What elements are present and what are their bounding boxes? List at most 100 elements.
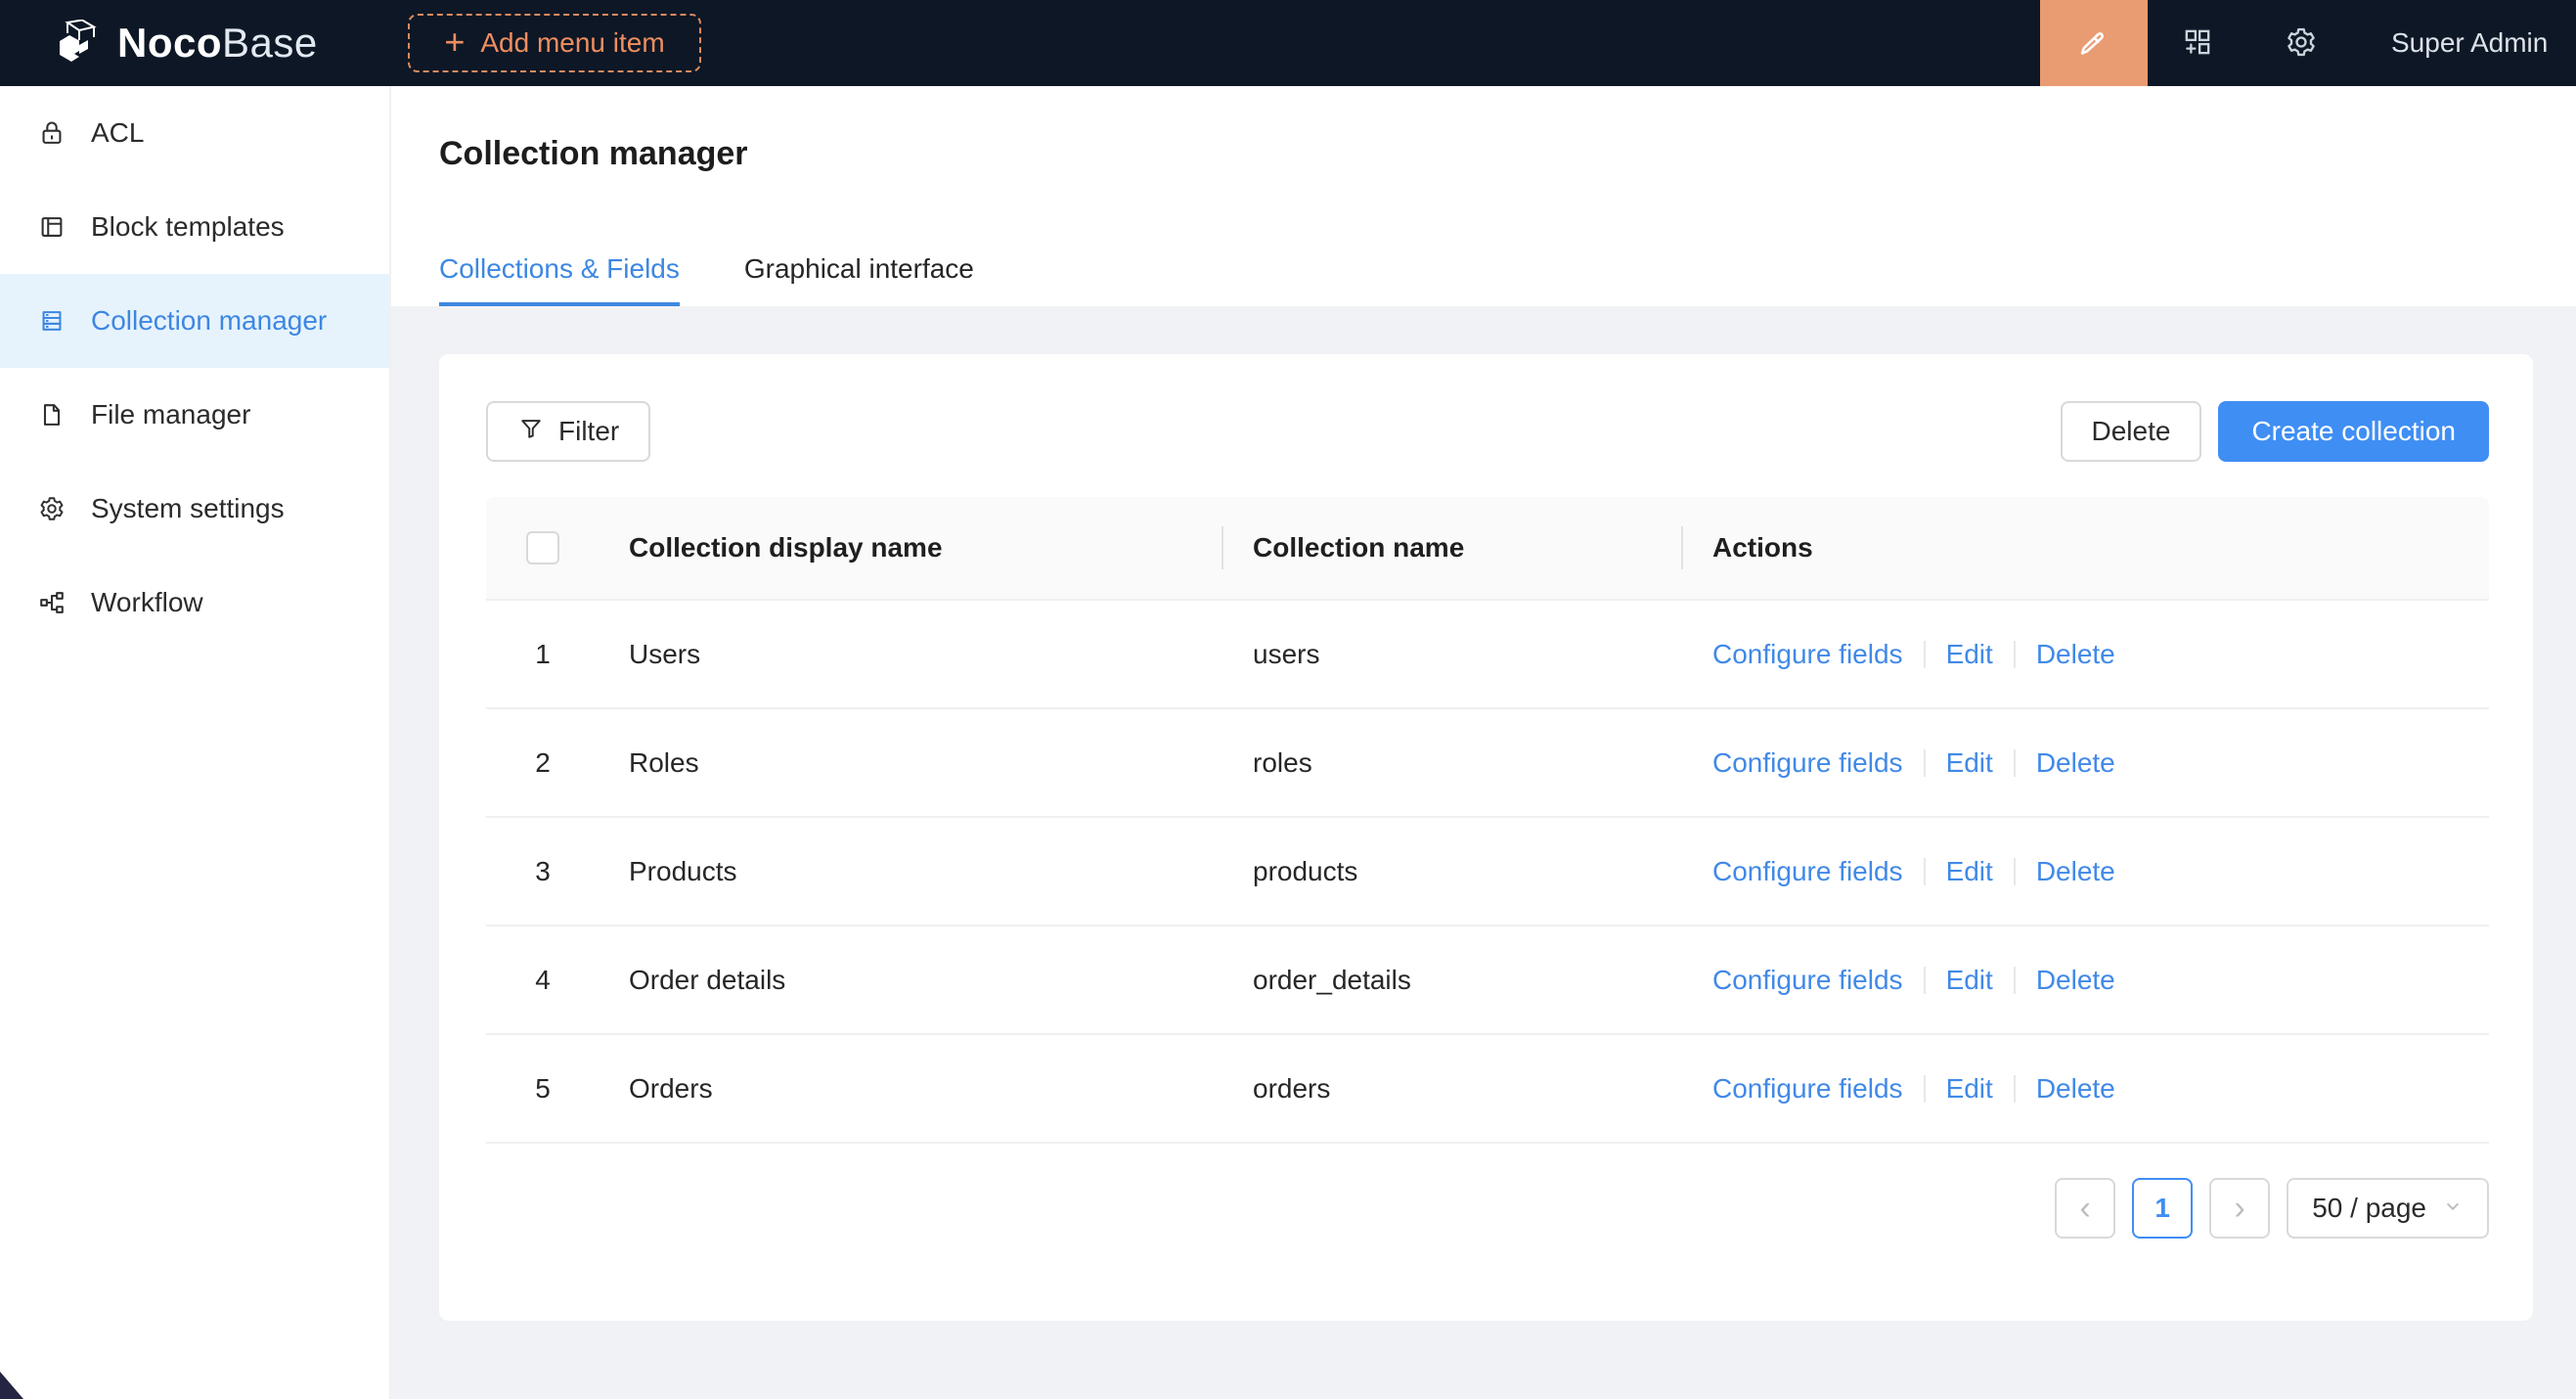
tab-collections-fields[interactable]: Collections & Fields — [439, 253, 680, 306]
action-divider — [2014, 641, 2016, 668]
row-index: 5 — [486, 1073, 600, 1105]
action-divider — [2014, 1075, 2016, 1103]
page-size-select[interactable]: 50 / page — [2287, 1178, 2489, 1239]
pagination: ‹ 1 › 50 / page — [486, 1178, 2489, 1239]
page-1-button[interactable]: 1 — [2132, 1178, 2193, 1239]
gear-icon — [2284, 24, 2319, 63]
delete-link[interactable]: Delete — [2036, 639, 2115, 670]
table-header: Collection display name Collection name … — [486, 497, 2489, 601]
edit-link[interactable]: Edit — [1946, 856, 1993, 887]
table-row: 1 Users users Configure fieldsEditDelete — [486, 601, 2489, 709]
create-collection-button[interactable]: Create collection — [2218, 401, 2489, 462]
add-menu-item-label: Add menu item — [480, 27, 664, 59]
delete-button-label: Delete — [2092, 416, 2171, 447]
tab-graphical-interface[interactable]: Graphical interface — [744, 253, 974, 306]
table-body: 1 Users users Configure fieldsEditDelete… — [486, 601, 2489, 1144]
nocobase-logo-icon — [55, 20, 102, 68]
delete-link[interactable]: Delete — [2036, 1073, 2115, 1105]
delete-link[interactable]: Delete — [2036, 965, 2115, 996]
page-size-value: 50 / page — [2312, 1193, 2426, 1224]
table-row: 2 Roles roles Configure fields Edit Delete — [486, 709, 2489, 818]
collection-icon — [37, 306, 67, 336]
toolbar-right: Delete Create collection — [2061, 401, 2490, 462]
collections-card: Filter Delete Create collection Coll — [439, 354, 2533, 1321]
configure-fields-link[interactable]: Configure fields — [1712, 965, 1903, 996]
edit-link[interactable]: Edit — [1946, 1073, 1993, 1105]
ui-editor-button[interactable] — [2040, 0, 2148, 86]
cell-display-name: Products — [600, 856, 1223, 887]
filter-button-label: Filter — [558, 416, 619, 447]
action-divider — [1924, 749, 1926, 777]
sidebar-item-label: File manager — [91, 399, 250, 430]
cell-display-name: Orders — [600, 1073, 1223, 1105]
cell-collection-name: roles — [1223, 747, 1683, 779]
create-collection-label: Create collection — [2251, 416, 2456, 447]
sidebar-item-collection-manager[interactable]: Collection manager — [0, 274, 389, 368]
workflow-icon — [37, 588, 67, 617]
page-header: Collection manager Collections & Fields G… — [391, 86, 2576, 306]
sidebar-item-label: System settings — [91, 493, 285, 524]
sidebar-item-block-templates[interactable]: Block templates — [0, 180, 389, 274]
highlighter-icon — [2075, 23, 2112, 64]
next-page-button[interactable]: › — [2209, 1178, 2270, 1239]
row-index: 2 — [486, 747, 600, 779]
plugin-manager-icon — [2181, 25, 2214, 62]
cell-actions: Configure fields Edit Delete — [1683, 1073, 2489, 1105]
sidebar-item-label: Workflow — [91, 587, 203, 618]
plugin-manager-button[interactable] — [2148, 0, 2247, 86]
select-all-checkbox[interactable] — [526, 531, 559, 564]
delete-button[interactable]: Delete — [2061, 401, 2202, 462]
sidebar-item-label: ACL — [91, 117, 144, 149]
settings-button[interactable] — [2247, 0, 2355, 86]
configure-fields-link[interactable]: Configure fields — [1712, 747, 1903, 779]
sidebar-item-label: Collection manager — [91, 305, 327, 337]
cell-display-name: Order details — [600, 965, 1223, 996]
logo-text-bold: Noco — [117, 20, 222, 66]
table-row: 5 Orders orders Configure fields Edit Dele… — [486, 1035, 2489, 1144]
page-title: Collection manager — [439, 135, 748, 173]
edit-link[interactable]: Edit — [1946, 965, 1993, 996]
content-area: Filter Delete Create collection Coll — [391, 306, 2576, 1399]
prev-page-button[interactable]: ‹ — [2055, 1178, 2115, 1239]
row-index: 1 — [486, 639, 600, 670]
cell-actions: Configure fields Edit Delete — [1683, 965, 2489, 996]
edit-link[interactable]: Edit — [1946, 639, 1993, 670]
add-menu-item-button[interactable]: + Add menu item — [408, 14, 701, 72]
configure-fields-link[interactable]: Configure fields — [1712, 1073, 1903, 1105]
cell-actions: Configure fields Edit Delete — [1683, 639, 2489, 670]
action-divider — [1924, 967, 1926, 994]
filter-button[interactable]: Filter — [486, 401, 650, 462]
table-row: 4 Order details order_details Configure … — [486, 926, 2489, 1035]
column-header-display-name: Collection display name — [600, 497, 1223, 599]
filter-icon — [517, 415, 545, 449]
sidebar-item-workflow[interactable]: Workflow — [0, 556, 389, 650]
sidebar-item-system-settings[interactable]: System settings — [0, 462, 389, 556]
cell-collection-name: products — [1223, 856, 1683, 887]
cell-actions: Configure fields Edit Delete — [1683, 747, 2489, 779]
row-index: 4 — [486, 965, 600, 996]
logo-text: NocoBase — [117, 20, 318, 67]
delete-link[interactable]: Delete — [2036, 747, 2115, 779]
chevron-down-icon — [2442, 1193, 2464, 1224]
top-navbar: NocoBase + Add menu item — [0, 0, 2576, 86]
action-divider — [1924, 1075, 1926, 1103]
edit-link[interactable]: Edit — [1946, 747, 1993, 779]
sidebar-item-file-manager[interactable]: File manager — [0, 368, 389, 462]
sidebar-item-label: Block templates — [91, 211, 285, 243]
gear-icon — [37, 494, 67, 523]
column-header-collection-name: Collection name — [1223, 497, 1683, 599]
cell-display-name: Roles — [600, 747, 1223, 779]
cell-collection-name: order_details — [1223, 965, 1683, 996]
configure-fields-link[interactable]: Configure fields — [1712, 639, 1903, 670]
cell-collection-name: orders — [1223, 1073, 1683, 1105]
table-row: 3 Products products Configure fieldsEdit… — [486, 818, 2489, 926]
column-header-actions: Actions — [1683, 497, 2489, 599]
sidebar-item-acl[interactable]: ACL — [0, 86, 389, 180]
toolbar: Filter Delete Create collection — [486, 401, 2489, 462]
action-divider — [1924, 858, 1926, 885]
configure-fields-link[interactable]: Configure fields — [1712, 856, 1903, 887]
cell-display-name: Users — [600, 639, 1223, 670]
user-menu[interactable]: Super Admin — [2391, 0, 2548, 86]
cell-actions: Configure fields Edit Delete — [1683, 856, 2489, 887]
delete-link[interactable]: Delete — [2036, 856, 2115, 887]
